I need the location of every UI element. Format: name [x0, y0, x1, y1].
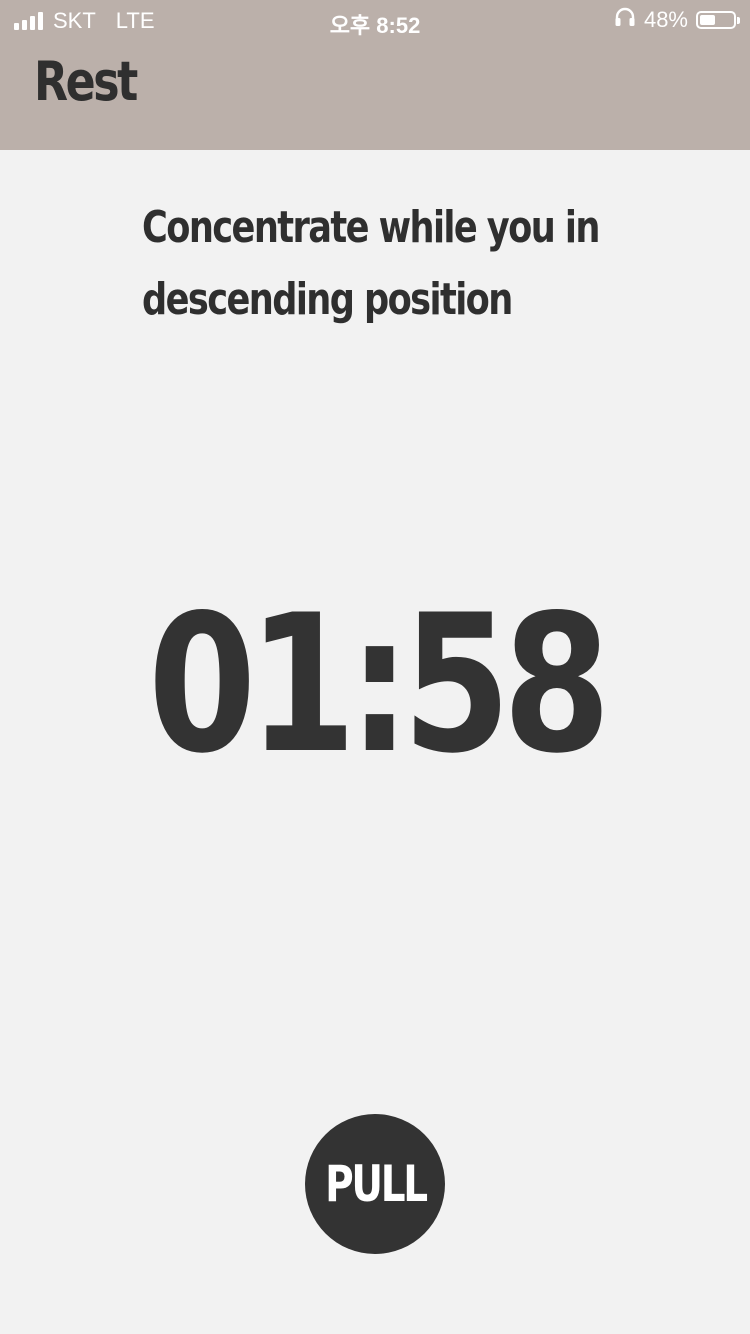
- timer-value: 01:58: [147, 574, 611, 795]
- status-bar: SKT LTE 오후 8:52 48%: [0, 0, 750, 40]
- pull-button-label: PULL: [324, 1155, 428, 1213]
- battery-fill: [700, 15, 715, 25]
- page-title: Rest: [34, 50, 138, 113]
- pull-button[interactable]: PULL: [305, 1114, 445, 1254]
- battery-nub: [737, 17, 740, 24]
- battery-percent: 48%: [643, 7, 688, 32]
- instruction-text: Concentrate while you in descending posi…: [142, 202, 600, 325]
- status-bar-right: 48%: [614, 7, 740, 33]
- headphones-icon: [614, 7, 636, 33]
- header-bar: SKT LTE 오후 8:52 48% Rest: [0, 0, 750, 150]
- countdown-timer: 01:58: [0, 590, 750, 780]
- battery-icon: [696, 11, 740, 29]
